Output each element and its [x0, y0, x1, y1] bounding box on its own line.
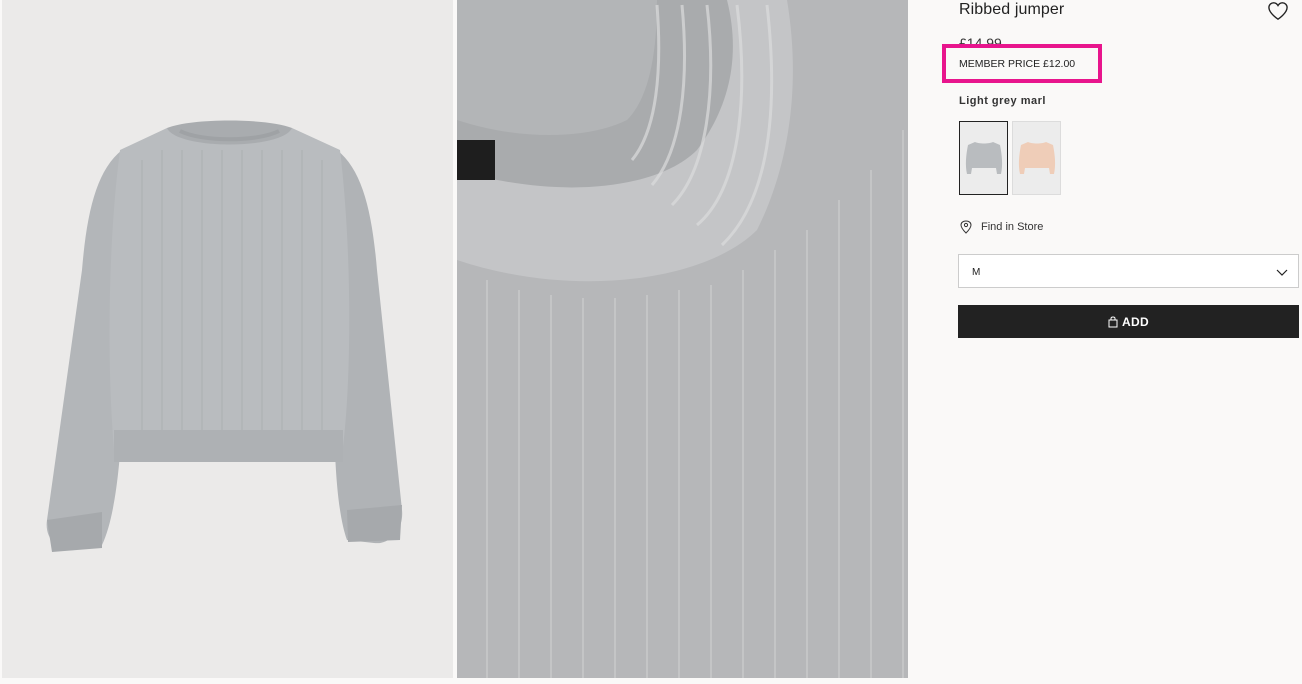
size-select[interactable]: M [958, 254, 1299, 288]
find-in-store-link[interactable]: Find in Store [960, 220, 1043, 234]
add-to-bag-button[interactable]: ADD [958, 305, 1299, 338]
product-title: Ribbed jumper [959, 1, 1065, 18]
product-info: Ribbed jumper £14.99 MEMBER PRICE £12.00… [942, 0, 1299, 684]
location-pin-icon [960, 220, 972, 234]
product-page: Ribbed jumper £14.99 MEMBER PRICE £12.00… [0, 0, 1302, 684]
swatch-light-pink[interactable] [1012, 121, 1061, 195]
colour-swatches [959, 121, 1061, 195]
jumper-thumbnail [1018, 142, 1055, 174]
member-price: MEMBER PRICE £12.00 [959, 58, 1076, 70]
size-select-value: M [972, 267, 981, 278]
jumper-image [2, 0, 453, 678]
heart-icon[interactable] [1267, 1, 1289, 21]
jumper-thumbnail [965, 142, 1002, 174]
colour-name: Light grey marl [959, 95, 1046, 107]
product-image-detail[interactable] [457, 0, 908, 678]
swatch-light-grey[interactable] [959, 121, 1008, 195]
product-image-main[interactable] [2, 0, 453, 678]
knit-closeup-image [457, 0, 908, 678]
find-in-store-label: Find in Store [981, 221, 1044, 233]
chevron-down-icon [1276, 269, 1288, 276]
shopping-bag-icon [1108, 315, 1118, 327]
add-button-label: ADD [1122, 314, 1149, 329]
